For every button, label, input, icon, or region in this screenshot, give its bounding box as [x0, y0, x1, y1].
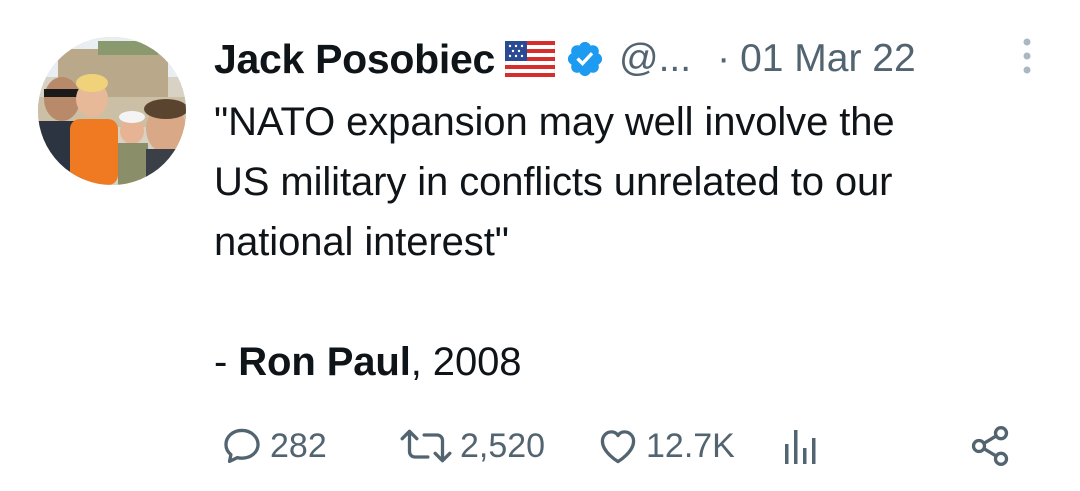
- tweet-text-line: national interest": [214, 220, 509, 264]
- tweet-text-line: US military in conflicts unrelated to ou…: [214, 160, 893, 204]
- avatar[interactable]: [38, 37, 186, 185]
- analytics-icon: [780, 424, 820, 468]
- verified-badge-icon[interactable]: [565, 39, 605, 79]
- tweet-content: Jack Posobiec @... · 01 Mar 22 "NATO exp…: [214, 30, 1054, 392]
- reply-count: 282: [270, 426, 327, 465]
- tweet-text-line: "NATO expansion may well involve the: [214, 100, 895, 144]
- retweet-count: 2,520: [460, 426, 546, 465]
- share-button[interactable]: [968, 418, 1012, 474]
- author-handle[interactable]: @...: [619, 37, 691, 81]
- quote-attribution: - Ron Paul, 2008: [214, 332, 1054, 392]
- separator-dot: ·: [717, 37, 731, 80]
- attribution-suffix: , 2008: [410, 340, 522, 384]
- attribution-name: Ron Paul: [238, 340, 411, 384]
- like-button[interactable]: 12.7K: [596, 418, 735, 474]
- tweet-card[interactable]: Jack Posobiec @... · 01 Mar 22 "NATO exp…: [0, 0, 1080, 491]
- views-button[interactable]: [780, 418, 820, 474]
- more-options-icon[interactable]: [1020, 36, 1034, 76]
- attribution-prefix: -: [214, 340, 239, 384]
- tweet-date[interactable]: 01 Mar 22: [740, 37, 916, 81]
- tweet-header: Jack Posobiec @... · 01 Mar 22: [214, 30, 1054, 88]
- heart-icon: [596, 424, 640, 468]
- share-icon: [968, 424, 1012, 468]
- us-flag-icon: [504, 41, 555, 77]
- reply-button[interactable]: 282: [220, 418, 327, 474]
- like-count: 12.7K: [646, 426, 735, 465]
- tweet-text: "NATO expansion may well involve the US …: [214, 92, 1054, 392]
- retweet-button[interactable]: 2,520: [398, 418, 545, 474]
- author-name[interactable]: Jack Posobiec: [214, 36, 495, 83]
- tweet-actions: 282 2,520 12.7K: [220, 418, 1020, 474]
- reply-icon: [220, 424, 264, 468]
- retweet-icon: [398, 424, 454, 468]
